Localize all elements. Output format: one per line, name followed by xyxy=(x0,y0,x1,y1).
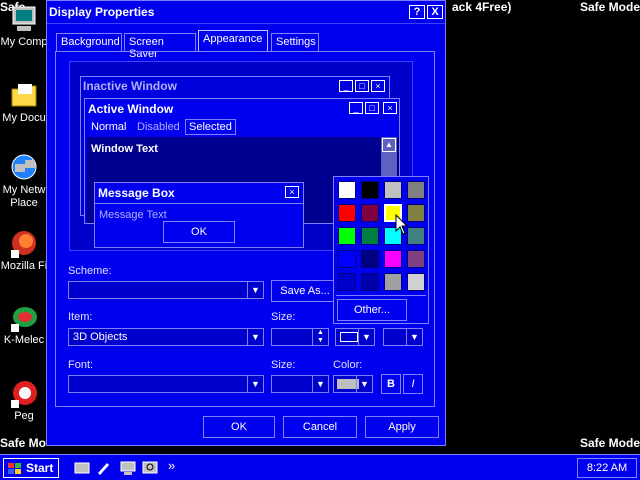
folder-icon xyxy=(9,80,39,110)
menu-normal: Normal xyxy=(91,121,127,133)
color-swatch[interactable] xyxy=(407,204,425,222)
color-swatch[interactable] xyxy=(338,250,356,268)
item-color-picker[interactable]: ▼ xyxy=(335,328,375,346)
color-swatch[interactable] xyxy=(338,227,356,245)
item-size-spinner[interactable]: ▲ ▼ xyxy=(271,328,329,346)
network-icon xyxy=(9,152,39,182)
close-button[interactable]: X xyxy=(427,5,443,19)
start-button[interactable]: Start xyxy=(3,458,59,478)
menu-selected: Selected xyxy=(185,119,236,135)
tab-settings[interactable]: Settings xyxy=(271,33,319,51)
quick-launch-search-icon[interactable] xyxy=(142,460,158,479)
maximize-icon: □ xyxy=(365,102,379,114)
background-window-title-fragment: ack 4Free) xyxy=(452,0,512,14)
font-dropdown[interactable]: ▼ xyxy=(68,375,264,393)
close-icon: × xyxy=(383,102,397,114)
quick-launch-computer-icon[interactable] xyxy=(120,460,136,479)
safe-mode-label-right-top: Safe Mode xyxy=(580,0,640,14)
minimize-icon: _ xyxy=(339,80,353,92)
color-swatch[interactable] xyxy=(361,273,379,291)
color-swatch[interactable] xyxy=(407,273,425,291)
preview-ok-button: OK xyxy=(163,221,235,243)
color-label: Color: xyxy=(333,359,363,371)
inactive-window-title: Inactive Window xyxy=(83,79,177,93)
color-swatch[interactable] xyxy=(361,227,379,245)
color-palette-popup: Other... xyxy=(333,176,429,324)
message-text: Message Text xyxy=(99,209,167,221)
color-swatch[interactable] xyxy=(384,273,402,291)
preview-message-box: Message Box × Message Text OK xyxy=(94,182,304,248)
menu-disabled: Disabled xyxy=(137,121,180,133)
maximize-icon: □ xyxy=(355,80,369,92)
chevron-down-icon: ▼ xyxy=(247,329,263,345)
chevron-down-icon: ▼ xyxy=(356,376,372,392)
scheme-dropdown[interactable]: ▼ xyxy=(68,281,264,299)
item-value: 3D Objects xyxy=(73,331,128,343)
apply-button[interactable]: Apply xyxy=(365,416,439,438)
color-swatch[interactable] xyxy=(407,181,425,199)
close-icon: × xyxy=(285,186,299,198)
color-swatch[interactable] xyxy=(384,250,402,268)
safe-mode-label-right-bottom: Safe Mode xyxy=(580,436,640,450)
save-as-button[interactable]: Save As... xyxy=(271,280,339,302)
font-size-label: Size: xyxy=(271,359,296,371)
scheme-label: Scheme: xyxy=(68,265,112,277)
message-box-title: Message Box xyxy=(98,186,175,200)
divider xyxy=(336,295,426,296)
quick-launch-pen-icon[interactable] xyxy=(95,460,111,479)
other-colors-button[interactable]: Other... xyxy=(337,299,407,321)
windows-logo-icon xyxy=(8,462,22,480)
font-label: Font: xyxy=(68,359,94,371)
italic-button[interactable]: I xyxy=(403,374,423,394)
size-label: Size: xyxy=(271,311,296,323)
color-swatch[interactable] xyxy=(361,250,379,268)
color-swatch[interactable] xyxy=(338,181,356,199)
window-text: Window Text xyxy=(91,143,158,155)
minimize-icon: _ xyxy=(349,102,363,114)
color-swatch[interactable] xyxy=(361,204,379,222)
scroll-up-icon: ▲ xyxy=(382,138,396,152)
app-icon xyxy=(9,378,39,408)
dialog-titlebar[interactable]: Display Properties ? X xyxy=(47,1,445,24)
tab-background[interactable]: Background xyxy=(56,33,122,51)
item-label: Item: xyxy=(68,311,93,323)
item-color2-picker[interactable]: ▼ xyxy=(383,328,423,346)
computer-icon xyxy=(9,4,39,34)
help-button[interactable]: ? xyxy=(409,5,425,19)
dialog-title: Display Properties xyxy=(49,5,155,19)
show-desktop-icon[interactable] xyxy=(74,460,90,479)
active-window-title: Active Window xyxy=(88,102,174,116)
quick-launch-more-icon[interactable]: » xyxy=(168,458,175,473)
close-icon: × xyxy=(371,80,385,92)
spinner-arrows-icon: ▲ ▼ xyxy=(312,329,328,345)
color-swatch xyxy=(340,332,358,342)
tab-screen-saver[interactable]: Screen Saver xyxy=(124,33,196,60)
chevron-down-icon: ▼ xyxy=(358,329,374,345)
system-clock[interactable]: 8:22 AM xyxy=(577,458,637,478)
chevron-down-icon: ▼ xyxy=(406,329,422,345)
media-player-icon xyxy=(9,302,39,332)
divider xyxy=(95,203,303,204)
font-color-picker[interactable]: ▼ xyxy=(333,375,373,393)
ok-button[interactable]: OK xyxy=(203,416,275,438)
chevron-down-icon: ▼ xyxy=(247,376,263,392)
tab-appearance[interactable]: Appearance xyxy=(198,30,268,52)
font-size-dropdown[interactable]: ▼ xyxy=(271,375,329,393)
taskbar: Start » 8:22 AM xyxy=(0,454,640,480)
chevron-down-icon: ▼ xyxy=(312,376,328,392)
bold-button[interactable]: B xyxy=(381,374,401,394)
color-swatch[interactable] xyxy=(407,250,425,268)
color-swatch[interactable] xyxy=(361,181,379,199)
color-swatch[interactable] xyxy=(338,204,356,222)
firefox-icon xyxy=(9,228,39,258)
mouse-cursor-icon xyxy=(395,213,409,239)
chevron-down-icon: ▼ xyxy=(247,282,263,298)
color-swatch[interactable] xyxy=(384,181,402,199)
cancel-button[interactable]: Cancel xyxy=(283,416,357,438)
color-swatch[interactable] xyxy=(338,273,356,291)
color-swatch[interactable] xyxy=(407,227,425,245)
safe-mode-label-left-bottom: Safe Mo xyxy=(0,436,47,450)
item-dropdown[interactable]: 3D Objects ▼ xyxy=(68,328,264,346)
